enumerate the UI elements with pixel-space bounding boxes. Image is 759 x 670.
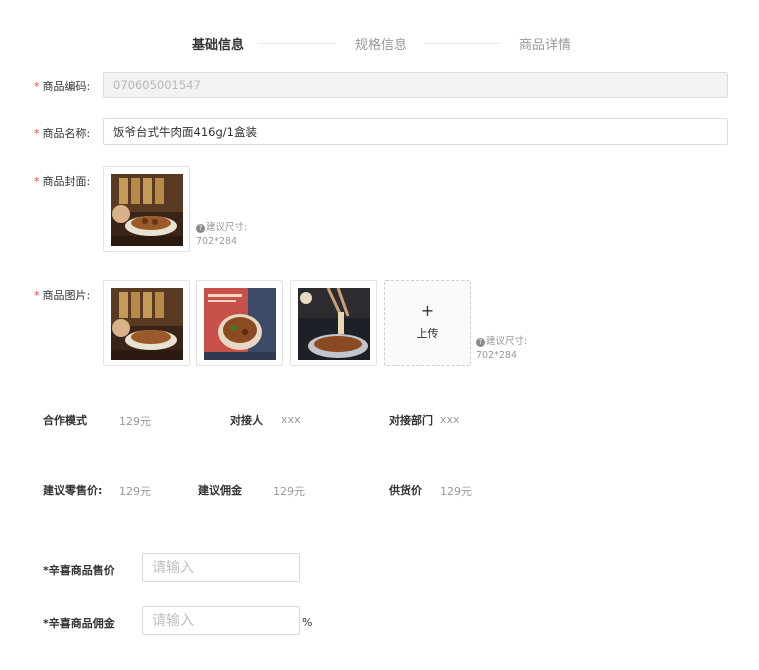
product-image-card[interactable]	[103, 280, 190, 366]
cover-image-card[interactable]	[103, 166, 190, 252]
product-image-card[interactable]	[290, 280, 377, 366]
contact-person-value: xxx	[281, 413, 301, 426]
step-product-detail[interactable]: 商品详情	[519, 34, 571, 53]
step-connector-1	[258, 43, 336, 44]
product-name-input[interactable]: 饭爷台式牛肉面416g/1盒装	[103, 118, 728, 145]
step-spec-info[interactable]: 规格信息	[355, 34, 407, 53]
upload-label: 上传	[416, 327, 439, 340]
product-image-2	[204, 288, 276, 360]
product-image-card[interactable]	[196, 280, 283, 366]
percent-suffix: %	[302, 616, 313, 629]
cover-image	[111, 174, 183, 246]
suggested-retail-price-label: 建议零售价:	[43, 484, 103, 497]
sale-price-input[interactable]	[142, 553, 300, 582]
product-code-label: * 商品编码:	[34, 80, 91, 93]
suggested-commission-value: 129元	[273, 485, 305, 498]
question-circle-icon: ?	[476, 338, 485, 347]
contact-department-value: xxx	[440, 413, 460, 426]
commission-input[interactable]	[142, 606, 300, 635]
product-name-label: * 商品名称:	[34, 127, 91, 140]
supply-price-label: 供货价	[389, 484, 422, 497]
step-connector-2	[424, 43, 500, 44]
product-images-label: * 商品图片:	[34, 289, 91, 302]
product-cover-label: * 商品封面:	[34, 175, 91, 188]
contact-department-label: 对接部门	[389, 414, 433, 427]
cover-size-hint: ? 建议尺寸: 702*284	[196, 222, 248, 247]
contact-person-label: 对接人	[230, 414, 263, 427]
product-image-1	[111, 288, 183, 360]
upload-button[interactable]: + 上传	[384, 280, 471, 366]
required-mark: *	[34, 80, 40, 93]
step-basic-info[interactable]: 基础信息	[192, 34, 244, 53]
supply-price-value: 129元	[440, 485, 472, 498]
required-mark: *	[34, 289, 40, 302]
plus-icon: +	[420, 301, 435, 320]
sale-price-label: *辛喜商品售价	[43, 564, 115, 577]
question-circle-icon: ?	[196, 224, 205, 233]
suggested-retail-price-value: 129元	[119, 485, 151, 498]
cooperation-mode-value: 129元	[119, 415, 151, 428]
required-mark: *	[34, 127, 40, 140]
suggested-commission-label: 建议佣金	[198, 484, 242, 497]
product-image-3	[298, 288, 370, 360]
images-size-hint: ? 建议尺寸: 702*284	[476, 336, 528, 361]
commission-label: *辛喜商品佣金	[43, 617, 115, 630]
cooperation-mode-label: 合作模式	[43, 414, 87, 427]
required-mark: *	[34, 175, 40, 188]
product-code-input[interactable]: 070605001547	[103, 72, 728, 98]
